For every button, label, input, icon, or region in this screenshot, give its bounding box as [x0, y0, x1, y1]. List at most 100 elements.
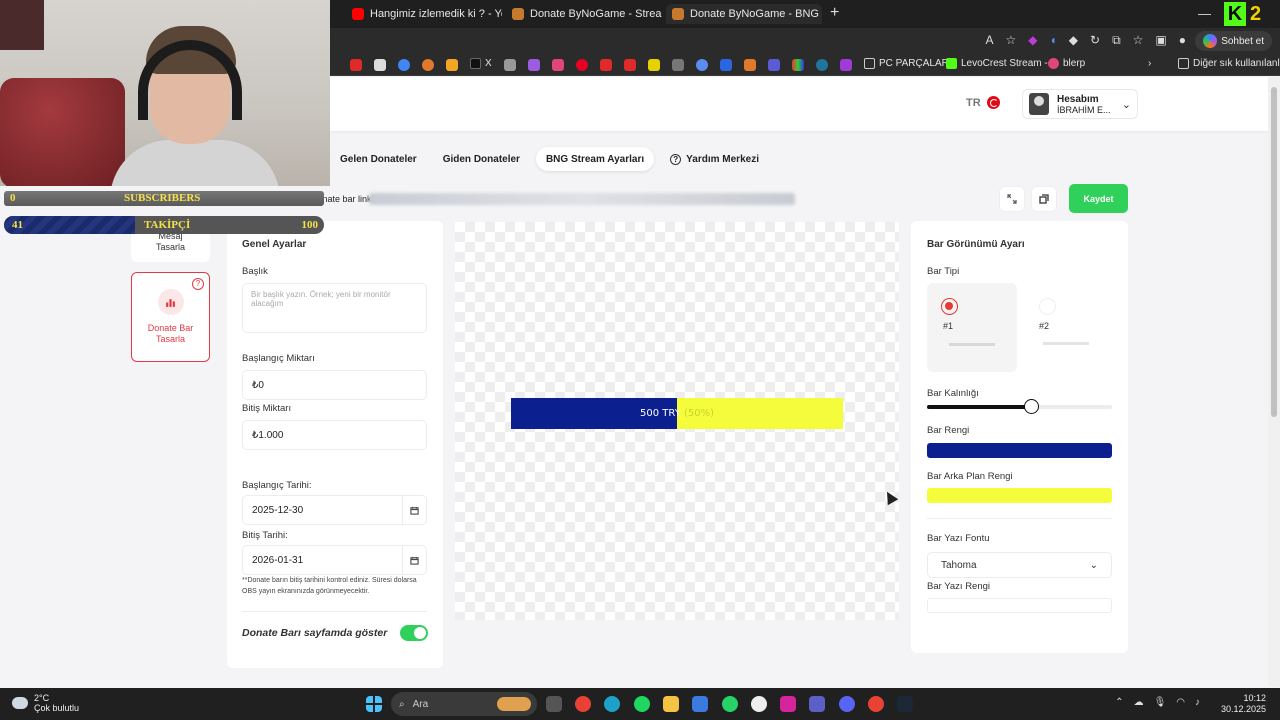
volume-icon[interactable]: ♪ [1195, 697, 1200, 708]
copilot-chat-button[interactable]: Sohbet et [1195, 31, 1272, 51]
clock[interactable]: 10:12 30.12.2025 [1221, 693, 1266, 715]
slider-thumb[interactable] [1023, 399, 1039, 414]
bookmark-icon[interactable] [446, 59, 458, 71]
edge-icon[interactable] [604, 696, 620, 712]
bar-bg-color-picker[interactable] [927, 488, 1112, 503]
extension-icon[interactable]: ◆ [1028, 33, 1037, 48]
favorites-icon[interactable]: ☆ [1133, 33, 1144, 48]
end-date-label: Bitiş Tarihi: [242, 530, 288, 541]
windows-start-icon[interactable] [366, 696, 382, 712]
youtube-icon[interactable] [600, 59, 612, 71]
chatgpt-icon[interactable] [751, 696, 767, 712]
show-bar-toggle[interactable] [400, 625, 428, 641]
instagram-icon[interactable] [780, 696, 796, 712]
bar-color-picker[interactable] [927, 443, 1112, 458]
tab-streamer-settings[interactable]: Donate ByNoGame - Streamer Se ✕ [506, 4, 662, 24]
bookmark-icon[interactable] [504, 59, 516, 71]
collections-icon[interactable]: ▣ [1155, 33, 1166, 48]
bookmark-icon[interactable] [768, 59, 780, 71]
scrollbar-thumb[interactable] [1271, 87, 1277, 417]
chevron-up-icon[interactable]: ⌃ [1115, 697, 1123, 708]
bookmark-icon[interactable] [374, 59, 386, 71]
end-amount-input[interactable]: ₺1.000 [242, 420, 427, 450]
start-amount-input[interactable]: ₺0 [242, 370, 427, 400]
weather-widget[interactable]: 2°C Çok bulutlu [12, 693, 79, 713]
google-icon[interactable] [398, 59, 410, 71]
discord-icon[interactable] [839, 696, 855, 712]
start-date-input[interactable]: 2025-12-30 [242, 495, 427, 525]
tab-outgoing-donates[interactable]: Giden Donateler [433, 147, 530, 171]
end-amount-value: ₺1.000 [252, 429, 284, 441]
donate-bar-design-card[interactable]: ? Donate Bar Tasarla [131, 272, 210, 362]
bar-type-option-1[interactable]: #1 [927, 283, 1017, 372]
store-icon[interactable] [692, 696, 708, 712]
tab-help-center[interactable]: ? Yardım Merkezi [660, 147, 769, 171]
bookmark-icon[interactable] [350, 59, 362, 71]
bookmark-icon[interactable] [696, 59, 708, 71]
bookmarks-more-icon[interactable]: › [1148, 58, 1151, 69]
minimize-icon[interactable]: — [1198, 6, 1211, 21]
whatsapp-icon[interactable] [722, 696, 738, 712]
read-aloud-icon[interactable]: A [986, 33, 994, 48]
end-date-input[interactable]: 2026-01-31 [242, 545, 427, 575]
bookmark-icon[interactable] [720, 59, 732, 71]
steam-icon[interactable] [897, 696, 913, 712]
extension-icon[interactable]: ◖ [1050, 33, 1057, 48]
bar-thickness-slider[interactable] [927, 399, 1112, 414]
favorite-star-icon[interactable]: ☆ [1006, 33, 1017, 48]
chrome-icon[interactable] [575, 696, 591, 712]
bookmark-x[interactable]: X [470, 58, 492, 69]
bookmark-icon[interactable] [422, 59, 434, 71]
bookmark-icon[interactable] [792, 59, 804, 71]
tab-bng-stream[interactable]: Donate ByNoGame - BNG Stream ✕ [666, 4, 822, 24]
bar-text-color-picker[interactable] [927, 598, 1112, 613]
bookmark-pc-parts[interactable]: PC PARÇALARI [864, 58, 952, 69]
save-button[interactable]: Kaydet [1069, 184, 1128, 213]
page-scrollbar[interactable] [1268, 77, 1280, 686]
task-view-icon[interactable] [546, 696, 562, 712]
tab-bng-stream-settings[interactable]: BNG Stream Ayarları [535, 147, 655, 171]
bookmark-icon[interactable] [744, 59, 756, 71]
calendar-icon[interactable] [402, 496, 426, 524]
start-amount-label: Başlangıç Miktarı [242, 353, 315, 364]
wordpress-icon[interactable] [816, 59, 828, 71]
spotify-icon[interactable] [634, 696, 650, 712]
teams-icon[interactable] [809, 696, 825, 712]
wifi-icon[interactable]: ◠ [1176, 697, 1185, 708]
bookmark-icon[interactable] [648, 59, 660, 71]
youtube-icon[interactable] [624, 59, 636, 71]
language-selector[interactable]: TR [966, 96, 1000, 109]
mic-icon[interactable]: 🎙 [1154, 697, 1167, 708]
bynogame-icon [672, 8, 684, 20]
new-tab-button[interactable]: + [830, 4, 839, 22]
bookmark-blerp[interactable]: blerp [1048, 58, 1085, 69]
extension-icon[interactable]: ◆ [1069, 33, 1078, 48]
bar-font-select[interactable]: Tahoma ⌄ [927, 552, 1112, 578]
file-explorer-icon[interactable] [663, 696, 679, 712]
extensions-icon[interactable]: ⧉ [1112, 33, 1121, 48]
chrome-icon[interactable] [868, 696, 884, 712]
refresh-extension-icon[interactable]: ↻ [1090, 33, 1100, 48]
pinterest-icon[interactable] [576, 59, 588, 71]
network-icon[interactable]: ☁ [1134, 697, 1144, 708]
donate-bar-url-blurred[interactable] [369, 193, 795, 205]
open-link-button[interactable] [999, 186, 1025, 212]
bookmark-icon[interactable] [552, 59, 564, 71]
taskbar-search[interactable]: ⌕ Ara [391, 692, 537, 716]
heading-textarea[interactable]: Bir başlık yazın. Örnek; yeni bir monitö… [242, 283, 427, 333]
help-icon[interactable]: ? [192, 278, 204, 290]
search-icon: ⌕ [399, 698, 405, 710]
bookmark-icon[interactable] [672, 59, 684, 71]
bookmark-icon[interactable] [528, 59, 540, 71]
bar-type-option-2[interactable]: #2 [1025, 283, 1115, 372]
tab-label: Donate ByNoGame - Streamer Se [530, 8, 662, 20]
calendar-icon[interactable] [402, 546, 426, 574]
account-menu[interactable]: Hesabım İBRAHİM E... ⌄ [1022, 89, 1138, 119]
tab-youtube[interactable]: Hangimiz izlemedik ki ? - YouTube ✕ [346, 4, 502, 24]
bookmark-icon[interactable] [840, 59, 852, 71]
copy-link-button[interactable] [1031, 186, 1057, 212]
profile-icon[interactable]: ● [1179, 33, 1186, 48]
bookmark-levocrest[interactable]: LevoCrest Stream -... [946, 58, 1056, 69]
tab-incoming-donates[interactable]: Gelen Donateler [330, 147, 427, 171]
bookmark-other[interactable]: Diğer sık kullanılanlar [1178, 58, 1280, 69]
